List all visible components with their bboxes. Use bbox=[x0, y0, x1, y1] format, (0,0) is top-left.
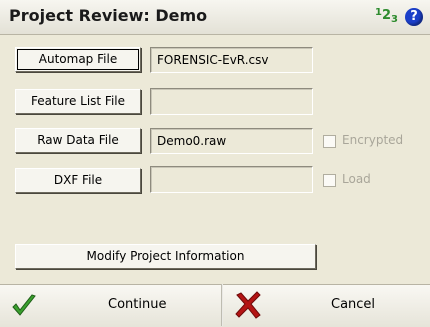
input-mode-digit-1: 1 bbox=[375, 7, 382, 18]
input-mode-digit-3: 3 bbox=[391, 14, 398, 25]
cancel-label: Cancel bbox=[331, 297, 376, 312]
feature-list-file-field[interactable] bbox=[150, 88, 313, 115]
cancel-x-icon bbox=[235, 291, 261, 319]
title-bar: Project Review: Demo 123 ? bbox=[0, 0, 430, 35]
page-title: Project Review: Demo bbox=[9, 6, 208, 25]
cancel-button[interactable]: Cancel bbox=[223, 284, 430, 326]
continue-label: Continue bbox=[108, 297, 167, 312]
automap-file-field[interactable]: FORENSIC-EvR.csv bbox=[150, 47, 313, 73]
automap-file-button[interactable]: Automap File bbox=[15, 47, 141, 72]
encrypted-checkbox-label: Encrypted bbox=[342, 133, 404, 147]
input-mode-digit-2: 2 bbox=[381, 8, 392, 23]
dxf-file-button[interactable]: DXF File bbox=[15, 168, 141, 193]
help-icon[interactable]: ? bbox=[405, 8, 423, 26]
continue-button[interactable]: Continue bbox=[0, 284, 221, 326]
raw-data-file-field[interactable]: Demo0.raw bbox=[150, 128, 313, 154]
encrypted-checkbox[interactable] bbox=[323, 135, 336, 148]
feature-list-file-button[interactable]: Feature List File bbox=[15, 89, 141, 114]
checkmark-icon bbox=[12, 294, 36, 316]
raw-data-file-button[interactable]: Raw Data File bbox=[15, 128, 141, 153]
load-checkbox-label: Load bbox=[342, 172, 371, 186]
modify-project-information-button[interactable]: Modify Project Information bbox=[15, 244, 316, 269]
load-checkbox[interactable] bbox=[323, 174, 336, 187]
input-mode-icon[interactable]: 123 bbox=[375, 7, 403, 26]
dxf-file-field[interactable] bbox=[150, 166, 313, 193]
